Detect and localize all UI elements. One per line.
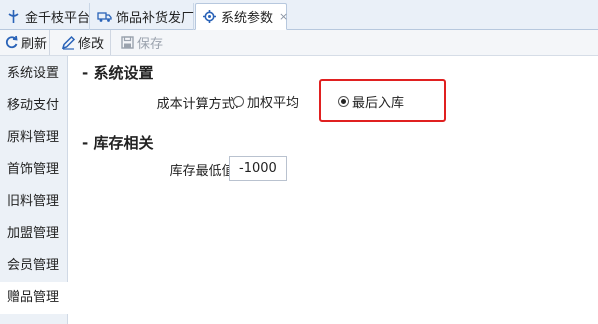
tab-label: 饰品补货发厂 bbox=[116, 11, 195, 26]
edit-icon bbox=[61, 35, 76, 50]
min-stock-input[interactable]: -1000 bbox=[229, 156, 287, 181]
settings-icon bbox=[202, 9, 217, 24]
save-icon bbox=[120, 35, 135, 50]
edit-button[interactable]: 修改 bbox=[57, 30, 111, 55]
tab-bar: 金千枝平台 饰品补货发厂 系统参数 × bbox=[0, 0, 598, 30]
radio-label: 加权平均 bbox=[247, 96, 300, 111]
radio-weighted-average[interactable]: 加权平均 bbox=[233, 92, 299, 111]
cost-method-label: 成本计算方式: bbox=[156, 97, 239, 112]
refresh-button[interactable]: 刷新 bbox=[0, 30, 50, 55]
radio-label: 最后入库 bbox=[352, 96, 405, 111]
refresh-label: 刷新 bbox=[21, 37, 48, 52]
tab-platform[interactable]: 金千枝平台 bbox=[0, 3, 90, 30]
radio-last-in[interactable]: 最后入库 bbox=[338, 92, 404, 111]
sidebar-item-material[interactable]: 原料管理 bbox=[0, 122, 68, 154]
sidebar-item-gift[interactable]: 赠品管理 bbox=[0, 282, 68, 314]
edit-label: 修改 bbox=[78, 37, 105, 52]
radio-circle[interactable] bbox=[233, 96, 244, 107]
section-title-system: - 系统设置 bbox=[82, 64, 154, 82]
close-icon[interactable]: × bbox=[279, 10, 288, 23]
tab-label: 系统参数 bbox=[221, 11, 274, 26]
radio-circle-selected[interactable] bbox=[338, 96, 349, 107]
sidebar-item-mobile-pay[interactable]: 移动支付 bbox=[0, 90, 68, 122]
refresh-icon bbox=[4, 35, 19, 50]
sidebar-item-system-settings[interactable]: 系统设置 bbox=[0, 58, 68, 90]
sidebar-item-franchise[interactable]: 加盟管理 bbox=[0, 218, 68, 250]
save-label: 保存 bbox=[137, 37, 164, 52]
min-stock-label: 库存最低值: bbox=[169, 164, 239, 179]
platform-icon bbox=[6, 9, 21, 24]
section-title-inventory: - 库存相关 bbox=[82, 134, 154, 152]
sidebar-item-member[interactable]: 会员管理 bbox=[0, 250, 68, 282]
tab-restock[interactable]: 饰品补货发厂 bbox=[91, 3, 194, 30]
truck-icon bbox=[97, 9, 112, 24]
sidebar-item-jewelry[interactable]: 首饰管理 bbox=[0, 154, 68, 186]
main-panel: - 系统设置 成本计算方式: 加权平均 最后入库 - 库存相关 库存最低值: -… bbox=[69, 56, 598, 324]
toolbar: 刷新 修改 保存 bbox=[0, 30, 598, 56]
sidebar-item-old-material[interactable]: 旧料管理 bbox=[0, 186, 68, 218]
tab-system-params[interactable]: 系统参数 × bbox=[195, 3, 288, 30]
tab-label: 金千枝平台 bbox=[25, 11, 91, 26]
save-button[interactable]: 保存 bbox=[116, 30, 168, 55]
sidebar: 系统设置 移动支付 原料管理 首饰管理 旧料管理 加盟管理 会员管理 赠品管理 bbox=[0, 56, 68, 324]
